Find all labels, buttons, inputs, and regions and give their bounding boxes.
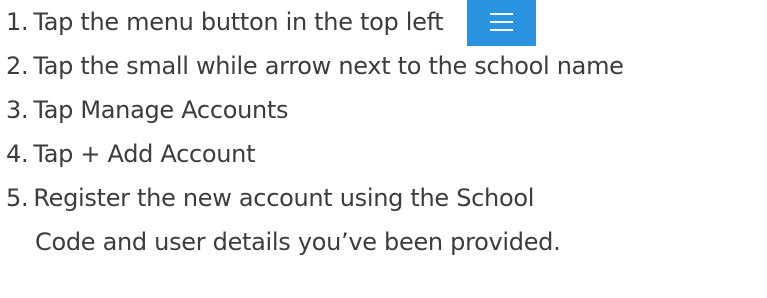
- step-number: 1.: [6, 8, 29, 36]
- menu-icon-bar: [490, 13, 514, 15]
- step-text: Register the new account using the Schoo…: [33, 184, 535, 212]
- step-text: Tap the menu button in the top left: [33, 8, 444, 36]
- step-number: 4.: [6, 140, 29, 168]
- step-1: 1. Tap the menu button in the top left: [6, 0, 767, 46]
- step-3: 3. Tap Manage Accounts: [6, 88, 767, 132]
- step-text: Tap Manage Accounts: [33, 96, 289, 124]
- step-text: Tap + Add Account: [33, 140, 256, 168]
- step-4: 4. Tap + Add Account: [6, 132, 767, 176]
- step-text: Tap the small while arrow next to the sc…: [33, 52, 624, 80]
- menu-icon-bar: [490, 21, 514, 23]
- step-number: 3.: [6, 96, 29, 124]
- step-number: 2.: [6, 52, 29, 80]
- menu-icon: [467, 0, 537, 46]
- menu-icon-bar: [490, 29, 514, 31]
- instruction-steps: 1. Tap the menu button in the top left 2…: [6, 0, 767, 264]
- step-2: 2. Tap the small while arrow next to the…: [6, 44, 767, 88]
- step-number: 5.: [6, 184, 29, 212]
- step-text-continuation: Code and user details you’ve been provid…: [35, 228, 561, 256]
- step-5: 5. Register the new account using the Sc…: [6, 176, 767, 220]
- step-5-continuation: Code and user details you’ve been provid…: [6, 220, 767, 264]
